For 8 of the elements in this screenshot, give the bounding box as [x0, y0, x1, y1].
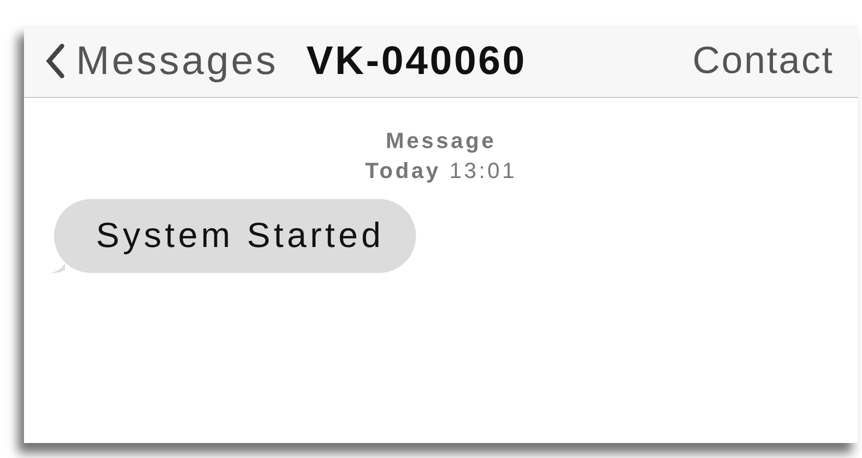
message-bubble: System Started [54, 199, 416, 274]
contact-button[interactable]: Contact [692, 40, 834, 82]
back-chevron-icon [44, 43, 66, 79]
back-button[interactable]: Messages [44, 38, 278, 84]
timestamp: Today 13:01 [365, 156, 517, 185]
conversation-title: VK-040060 [306, 38, 527, 84]
bubble-tail-icon [51, 263, 65, 274]
message-label: Message [386, 127, 496, 155]
